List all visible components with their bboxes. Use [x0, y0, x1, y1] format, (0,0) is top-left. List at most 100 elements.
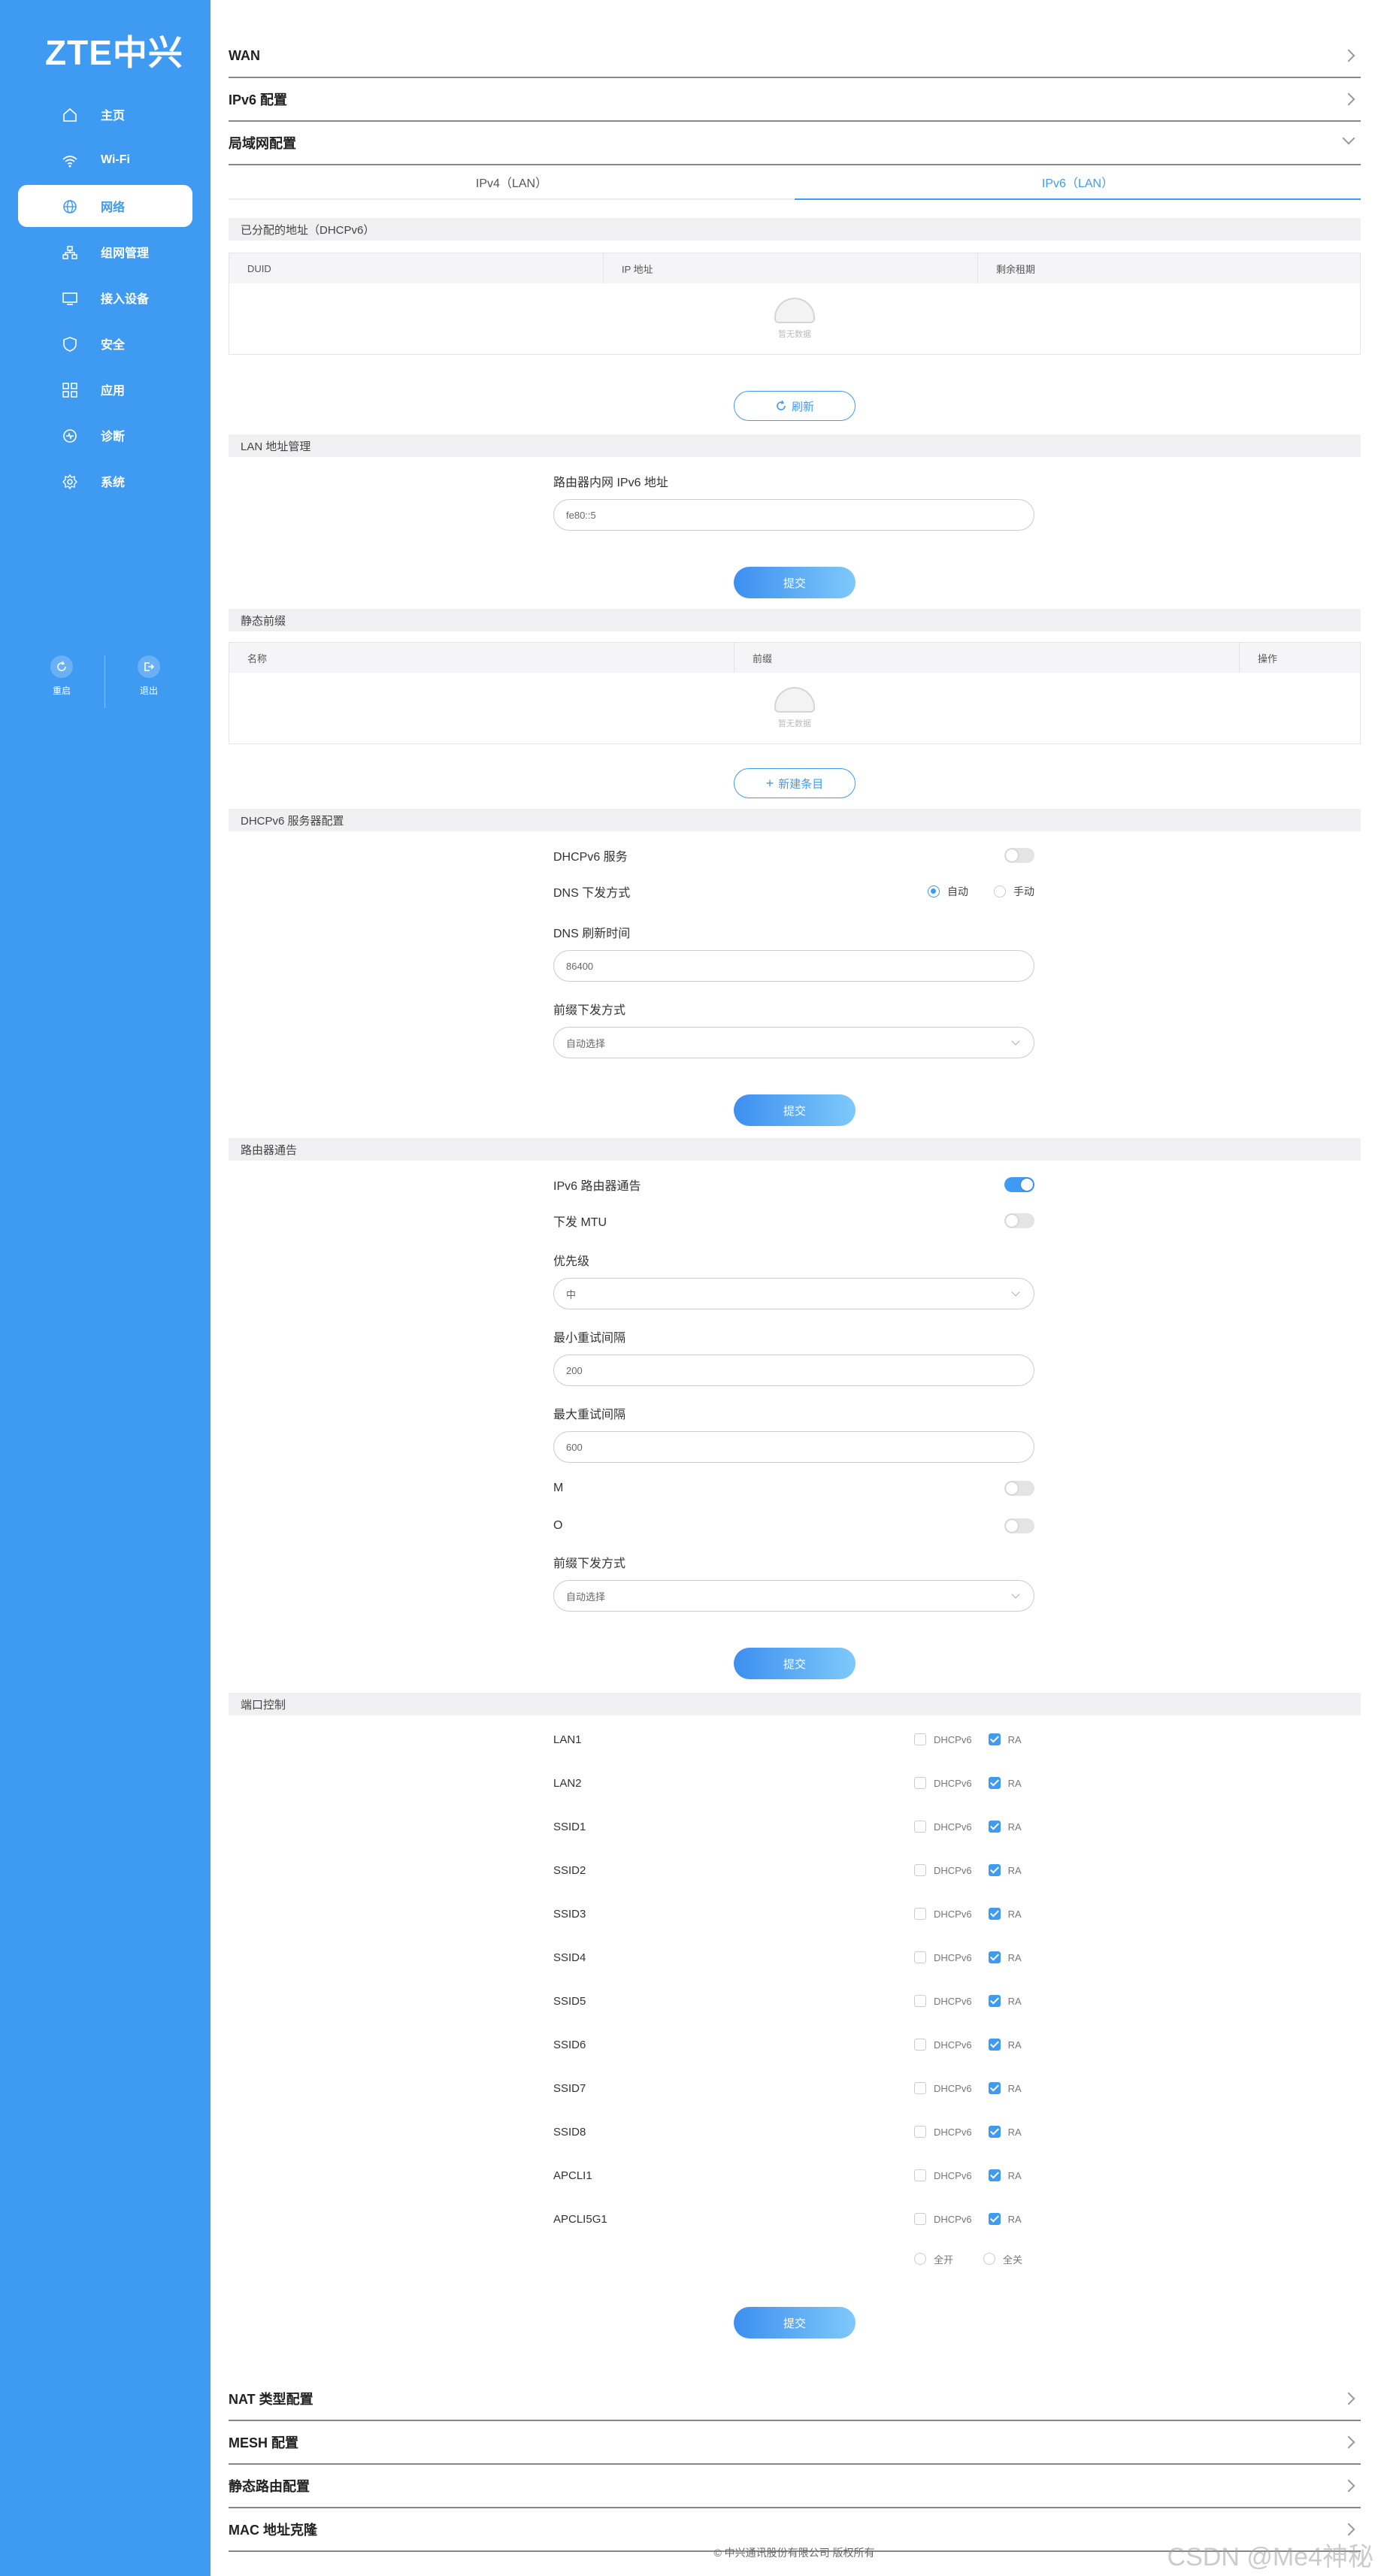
plus-icon: + — [765, 775, 774, 791]
accordion-mesh[interactable]: MESH 配置 — [229, 2421, 1361, 2465]
ra-row: IPv6 路由器通告 — [553, 1176, 1034, 1194]
accordion-static-route[interactable]: 静态路由配置 — [229, 2465, 1361, 2508]
sidebar-bottom-actions: 重启 退出 — [18, 655, 192, 708]
o-flag-toggle[interactable] — [1004, 1518, 1034, 1533]
static-prefix-table: 名称 前缀 操作 暂无数据 — [229, 642, 1361, 744]
checkbox-label: DHCPv6 — [934, 2039, 972, 2051]
router-ipv6-address-input[interactable]: fe80::5 — [553, 499, 1034, 531]
dhcpv6-checkbox[interactable] — [914, 1951, 926, 1963]
accordion-ipv6[interactable]: IPv6 配置 — [229, 78, 1361, 122]
column-header: 操作 — [1258, 652, 1278, 664]
submit-button[interactable]: 提交 — [734, 1094, 856, 1126]
port-row: SSID8 DHCPv6 RA — [553, 2123, 1034, 2141]
sidebar-item-system[interactable]: 系统 — [18, 460, 192, 502]
logout-icon — [138, 655, 160, 678]
m-flag-toggle[interactable] — [1004, 1481, 1034, 1496]
ra-checkbox[interactable] — [988, 1951, 1001, 1963]
tab-ipv6-lan[interactable]: IPv6（LAN） — [795, 165, 1361, 200]
sidebar-item-label: 诊断 — [101, 431, 126, 443]
min-interval-input[interactable]: 200 — [553, 1355, 1034, 1386]
add-entry-button[interactable]: + 新建条目 — [734, 768, 856, 798]
submit-button[interactable]: 提交 — [734, 567, 856, 598]
sidebar-item-network[interactable]: 网络 — [18, 185, 204, 227]
sidebar-item-mesh-management[interactable]: 组网管理 — [18, 231, 192, 273]
sidebar-item-devices[interactable]: 接入设备 — [18, 277, 192, 319]
dhcpv6-checkbox[interactable] — [914, 1995, 926, 2007]
apps-icon — [62, 383, 77, 398]
tab-ipv4-lan[interactable]: IPv4（LAN） — [229, 165, 795, 200]
sidebar-item-diagnose[interactable]: 诊断 — [18, 414, 192, 456]
dhcpv6-checkbox[interactable] — [914, 2213, 926, 2225]
prefix-mode-select[interactable]: 自动选择 — [553, 1027, 1034, 1058]
dhcpv6-checkbox[interactable] — [914, 2169, 926, 2181]
ra-checkbox[interactable] — [988, 1821, 1001, 1833]
accordion-title: MAC 地址克隆 — [229, 2523, 317, 2538]
port-row: SSID5 DHCPv6 RA — [553, 1992, 1034, 2010]
ra-checkbox[interactable] — [988, 1864, 1001, 1876]
sidebar-item-label: 安全 — [101, 339, 126, 352]
ra-checkbox[interactable] — [988, 1733, 1001, 1745]
port-row: APCLI5G1 DHCPv6 RA — [553, 2210, 1034, 2228]
topology-icon — [62, 246, 77, 259]
select-value: 自动选择 — [566, 1037, 606, 1049]
dhcpv6-service-toggle[interactable] — [1004, 848, 1034, 863]
checkbox-label: RA — [1007, 1821, 1022, 1833]
assigned-table: DUID IP 地址 剩余租期 暂无数据 — [229, 253, 1361, 355]
accordion-title: NAT 类型配置 — [229, 2392, 313, 2407]
sidebar-item-security[interactable]: 安全 — [18, 322, 192, 365]
ra-checkbox[interactable] — [988, 1908, 1001, 1920]
ra-checkbox[interactable] — [988, 2039, 1001, 2051]
port-name: SSID1 — [553, 1820, 586, 1833]
dhcpv6-checkbox[interactable] — [914, 2082, 926, 2094]
ra-prefix-mode-select[interactable]: 自动选择 — [553, 1580, 1034, 1612]
checkbox-label: DHCPv6 — [934, 1951, 972, 1963]
dhcpv6-checkbox[interactable] — [914, 1777, 926, 1789]
section-dhcpv6-server: DHCPv6 服务器配置 — [229, 809, 1361, 831]
dhcpv6-checkbox[interactable] — [914, 1908, 926, 1920]
empty-text: 暂无数据 — [778, 330, 811, 339]
sidebar-item-apps[interactable]: 应用 — [18, 368, 192, 410]
submit-button[interactable]: 提交 — [734, 2307, 856, 2338]
restart-button[interactable]: 重启 — [18, 655, 105, 708]
checkbox-label: RA — [1007, 1864, 1022, 1876]
priority-select[interactable]: 中 — [553, 1278, 1034, 1309]
dns-refresh-input[interactable]: 86400 — [553, 950, 1034, 982]
dhcpv6-checkbox[interactable] — [914, 2126, 926, 2138]
accordion-lan[interactable]: 局域网配置 — [229, 122, 1361, 165]
ra-checkbox[interactable] — [988, 1995, 1001, 2007]
shield-icon — [63, 337, 77, 352]
dhcpv6-checkbox[interactable] — [914, 1821, 926, 1833]
accordion-nat[interactable]: NAT 类型配置 — [229, 2378, 1361, 2421]
checkbox-label: RA — [1007, 1733, 1022, 1745]
ra-checkbox[interactable] — [988, 2169, 1001, 2181]
empty-box-icon — [774, 298, 815, 323]
port-row: SSID6 DHCPv6 RA — [553, 2036, 1034, 2054]
dns-auto-radio[interactable] — [928, 885, 940, 898]
all-on-radio[interactable] — [914, 2253, 926, 2265]
ra-toggle[interactable] — [1004, 1177, 1034, 1192]
dhcpv6-checkbox[interactable] — [914, 2039, 926, 2051]
ra-checkbox[interactable] — [988, 2082, 1001, 2094]
sidebar-item-wifi[interactable]: Wi-Fi — [18, 139, 192, 181]
all-off-radio[interactable] — [983, 2253, 996, 2265]
ra-checkbox[interactable] — [988, 2213, 1001, 2225]
logout-button[interactable]: 退出 — [105, 655, 192, 708]
mtu-toggle[interactable] — [1004, 1213, 1034, 1228]
sidebar-item-label: 系统 — [101, 477, 126, 489]
port-name: LAN1 — [553, 1733, 582, 1746]
field-label: 前缀下发方式 — [553, 1004, 626, 1017]
ra-checkbox[interactable] — [988, 1777, 1001, 1789]
sidebar: ZTE中兴 主页 Wi-Fi 网络 组网管理 接入设备 安全 应用 诊断 系统 … — [0, 0, 210, 2576]
dhcpv6-checkbox[interactable] — [914, 1864, 926, 1876]
checkbox-label: RA — [1007, 2169, 1022, 2181]
refresh-button[interactable]: 刷新 — [734, 391, 856, 421]
max-interval-input[interactable]: 600 — [553, 1431, 1034, 1463]
accordion-wan[interactable]: WAN — [229, 35, 1361, 78]
ra-checkbox[interactable] — [988, 2126, 1001, 2138]
m-flag-row: M — [553, 1479, 1034, 1497]
dns-manual-radio[interactable] — [994, 885, 1006, 898]
port-row: SSID2 DHCPv6 RA — [553, 1861, 1034, 1879]
submit-button[interactable]: 提交 — [734, 1648, 856, 1679]
sidebar-item-home[interactable]: 主页 — [18, 93, 192, 135]
dhcpv6-checkbox[interactable] — [914, 1733, 926, 1745]
